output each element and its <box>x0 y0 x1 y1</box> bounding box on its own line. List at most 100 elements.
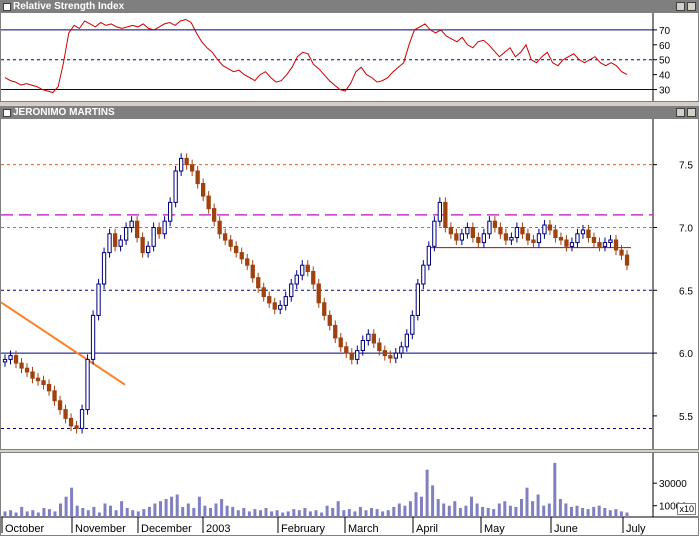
price-candle <box>289 283 294 298</box>
volume-bar <box>109 505 112 517</box>
price-candle <box>553 229 558 238</box>
volume-bar <box>614 509 618 517</box>
close-icon[interactable] <box>687 108 696 117</box>
volume-bar <box>281 512 285 517</box>
month-label: July <box>626 523 646 535</box>
month-label: October <box>5 523 44 535</box>
volume-bar <box>392 506 396 517</box>
volume-bar <box>36 512 40 517</box>
price-candle <box>580 229 586 235</box>
price-candle <box>124 227 129 241</box>
volume-bar <box>508 505 512 517</box>
price-candle <box>454 233 459 241</box>
volume-bar <box>625 512 629 517</box>
price-trend-line <box>1 301 126 386</box>
volume-bar <box>431 485 435 517</box>
minimize-icon[interactable] <box>676 108 685 117</box>
price-candle <box>168 201 173 222</box>
price-candle <box>470 227 476 238</box>
price-candle <box>294 274 299 285</box>
price-candle <box>316 283 321 304</box>
price-tick-label: 7.0 <box>679 223 693 234</box>
price-candle <box>575 233 580 244</box>
volume-bar <box>581 508 585 517</box>
volume-bar <box>408 501 412 517</box>
price-candle <box>267 296 272 304</box>
price-candle <box>228 239 233 247</box>
volume-bar <box>153 503 157 517</box>
volume-bar <box>303 508 307 517</box>
volume-bar <box>14 512 18 517</box>
volume-bar <box>159 501 162 517</box>
month-label: May <box>484 523 505 535</box>
price-candle <box>118 239 123 247</box>
volume-bar <box>470 496 473 517</box>
volume-bar <box>481 506 485 517</box>
price-candle <box>41 380 46 386</box>
price-candle <box>300 264 305 276</box>
price-candle <box>547 224 553 231</box>
minimize-icon[interactable] <box>676 2 685 11</box>
volume-bar <box>42 508 46 517</box>
volume-bar <box>92 506 96 517</box>
price-candle <box>217 220 222 235</box>
volume-bar <box>292 509 296 517</box>
price-candle <box>239 252 244 260</box>
price-candle <box>481 233 487 244</box>
volume-bar <box>214 503 218 517</box>
price-candle <box>459 233 465 241</box>
price-candle <box>245 258 250 266</box>
rsi-pane-titlebar[interactable]: Relative Strength Index <box>1 1 698 13</box>
volume-bar <box>225 505 229 517</box>
price-candle <box>212 208 217 222</box>
price-candle <box>487 220 492 235</box>
volume-bar <box>253 509 257 517</box>
rsi-chart: 70 60 50 40 30 <box>1 13 671 101</box>
price-candle <box>525 233 531 241</box>
price-candle <box>366 333 371 341</box>
volume-bar <box>325 505 329 517</box>
price-candle <box>536 233 542 244</box>
price-candle <box>608 239 613 243</box>
pane-menu-icon[interactable] <box>3 3 11 11</box>
rsi-pane-title: Relative Strength Index <box>13 1 125 12</box>
volume-bar <box>381 511 385 517</box>
volume-bar <box>425 469 429 517</box>
price-candle <box>107 233 112 254</box>
price-pane-titlebar[interactable]: JERONIMO MARTINS <box>1 107 698 119</box>
volume-bar <box>120 501 124 517</box>
volume-bar <box>347 509 351 517</box>
volume-bar <box>570 506 573 517</box>
volume-bar <box>53 511 57 517</box>
volume-bar <box>242 508 246 517</box>
price-candle <box>498 227 503 235</box>
month-label: December <box>141 523 192 535</box>
price-candle <box>261 287 266 298</box>
price-candle <box>421 264 426 285</box>
price-candle <box>151 227 156 247</box>
close-icon[interactable] <box>687 2 696 11</box>
rsi-tick-label: 70 <box>659 26 671 37</box>
volume-bar <box>331 508 335 517</box>
price-candle <box>426 245 432 266</box>
price-candle <box>46 384 52 392</box>
price-candle <box>569 242 575 247</box>
month-label: March <box>348 523 379 535</box>
price-candle <box>256 277 261 289</box>
price-candle <box>19 362 24 369</box>
volume-bar <box>31 510 35 517</box>
pane-menu-icon[interactable] <box>3 109 11 117</box>
volume-bar <box>203 505 207 517</box>
volume-bar <box>464 505 468 517</box>
rsi-pane: Relative Strength Index 70 60 50 40 30 <box>0 0 699 102</box>
price-candle <box>531 239 536 243</box>
volume-bar <box>520 499 523 517</box>
volume-bar <box>536 494 540 517</box>
price-candle <box>322 302 327 316</box>
volume-bar <box>575 505 579 517</box>
price-chart: 7.5 7.0 6.5 6.0 5.5 <box>1 119 693 449</box>
volume-bar <box>75 505 79 517</box>
price-candle <box>179 157 184 172</box>
price-candle <box>129 220 134 228</box>
volume-bar <box>20 506 24 517</box>
